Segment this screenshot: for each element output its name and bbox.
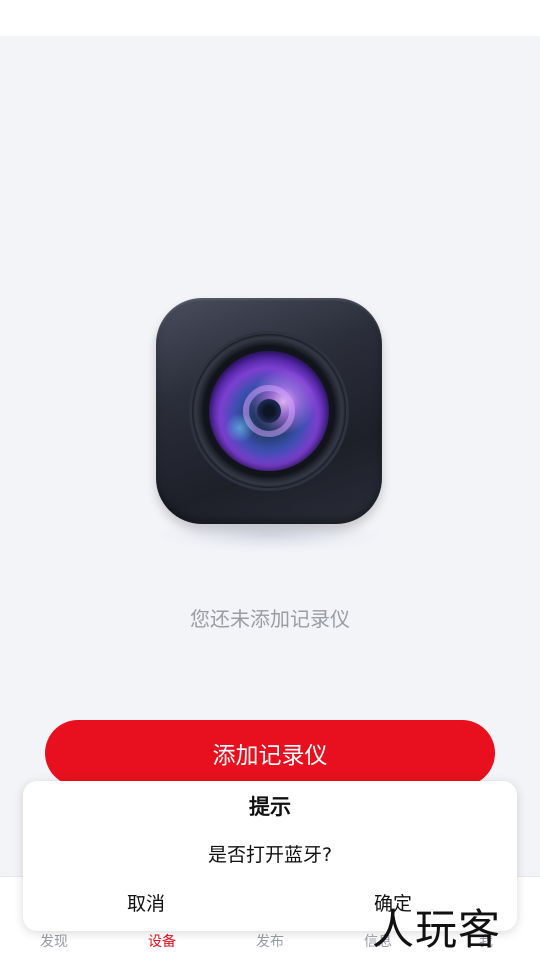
camera-icon [156,298,382,524]
add-recorder-button[interactable]: 添加记录仪 [45,720,495,786]
lens-glint [225,413,255,443]
tab-discover[interactable]: 发现 [0,931,108,951]
lens-glass [209,351,329,471]
camera-illustration [150,292,390,562]
dialog-title: 提示 [249,795,291,819]
device-page: 您还未添加记录仪 添加记录仪 发现 设备 发布 信息 我 提示 是否打开蓝牙? … [0,0,540,960]
empty-state-message: 您还未添加记录仪 [190,607,350,631]
tab-publish[interactable]: 发布 [216,931,324,951]
dialog-message: 是否打开蓝牙? [207,844,333,866]
cancel-button[interactable]: 取消 [86,889,206,916]
lens-ring [192,334,346,488]
lens-core [257,399,281,423]
tab-device[interactable]: 设备 [108,931,216,951]
watermark-logo: 人玩客 [372,905,502,954]
status-bar [0,0,540,36]
